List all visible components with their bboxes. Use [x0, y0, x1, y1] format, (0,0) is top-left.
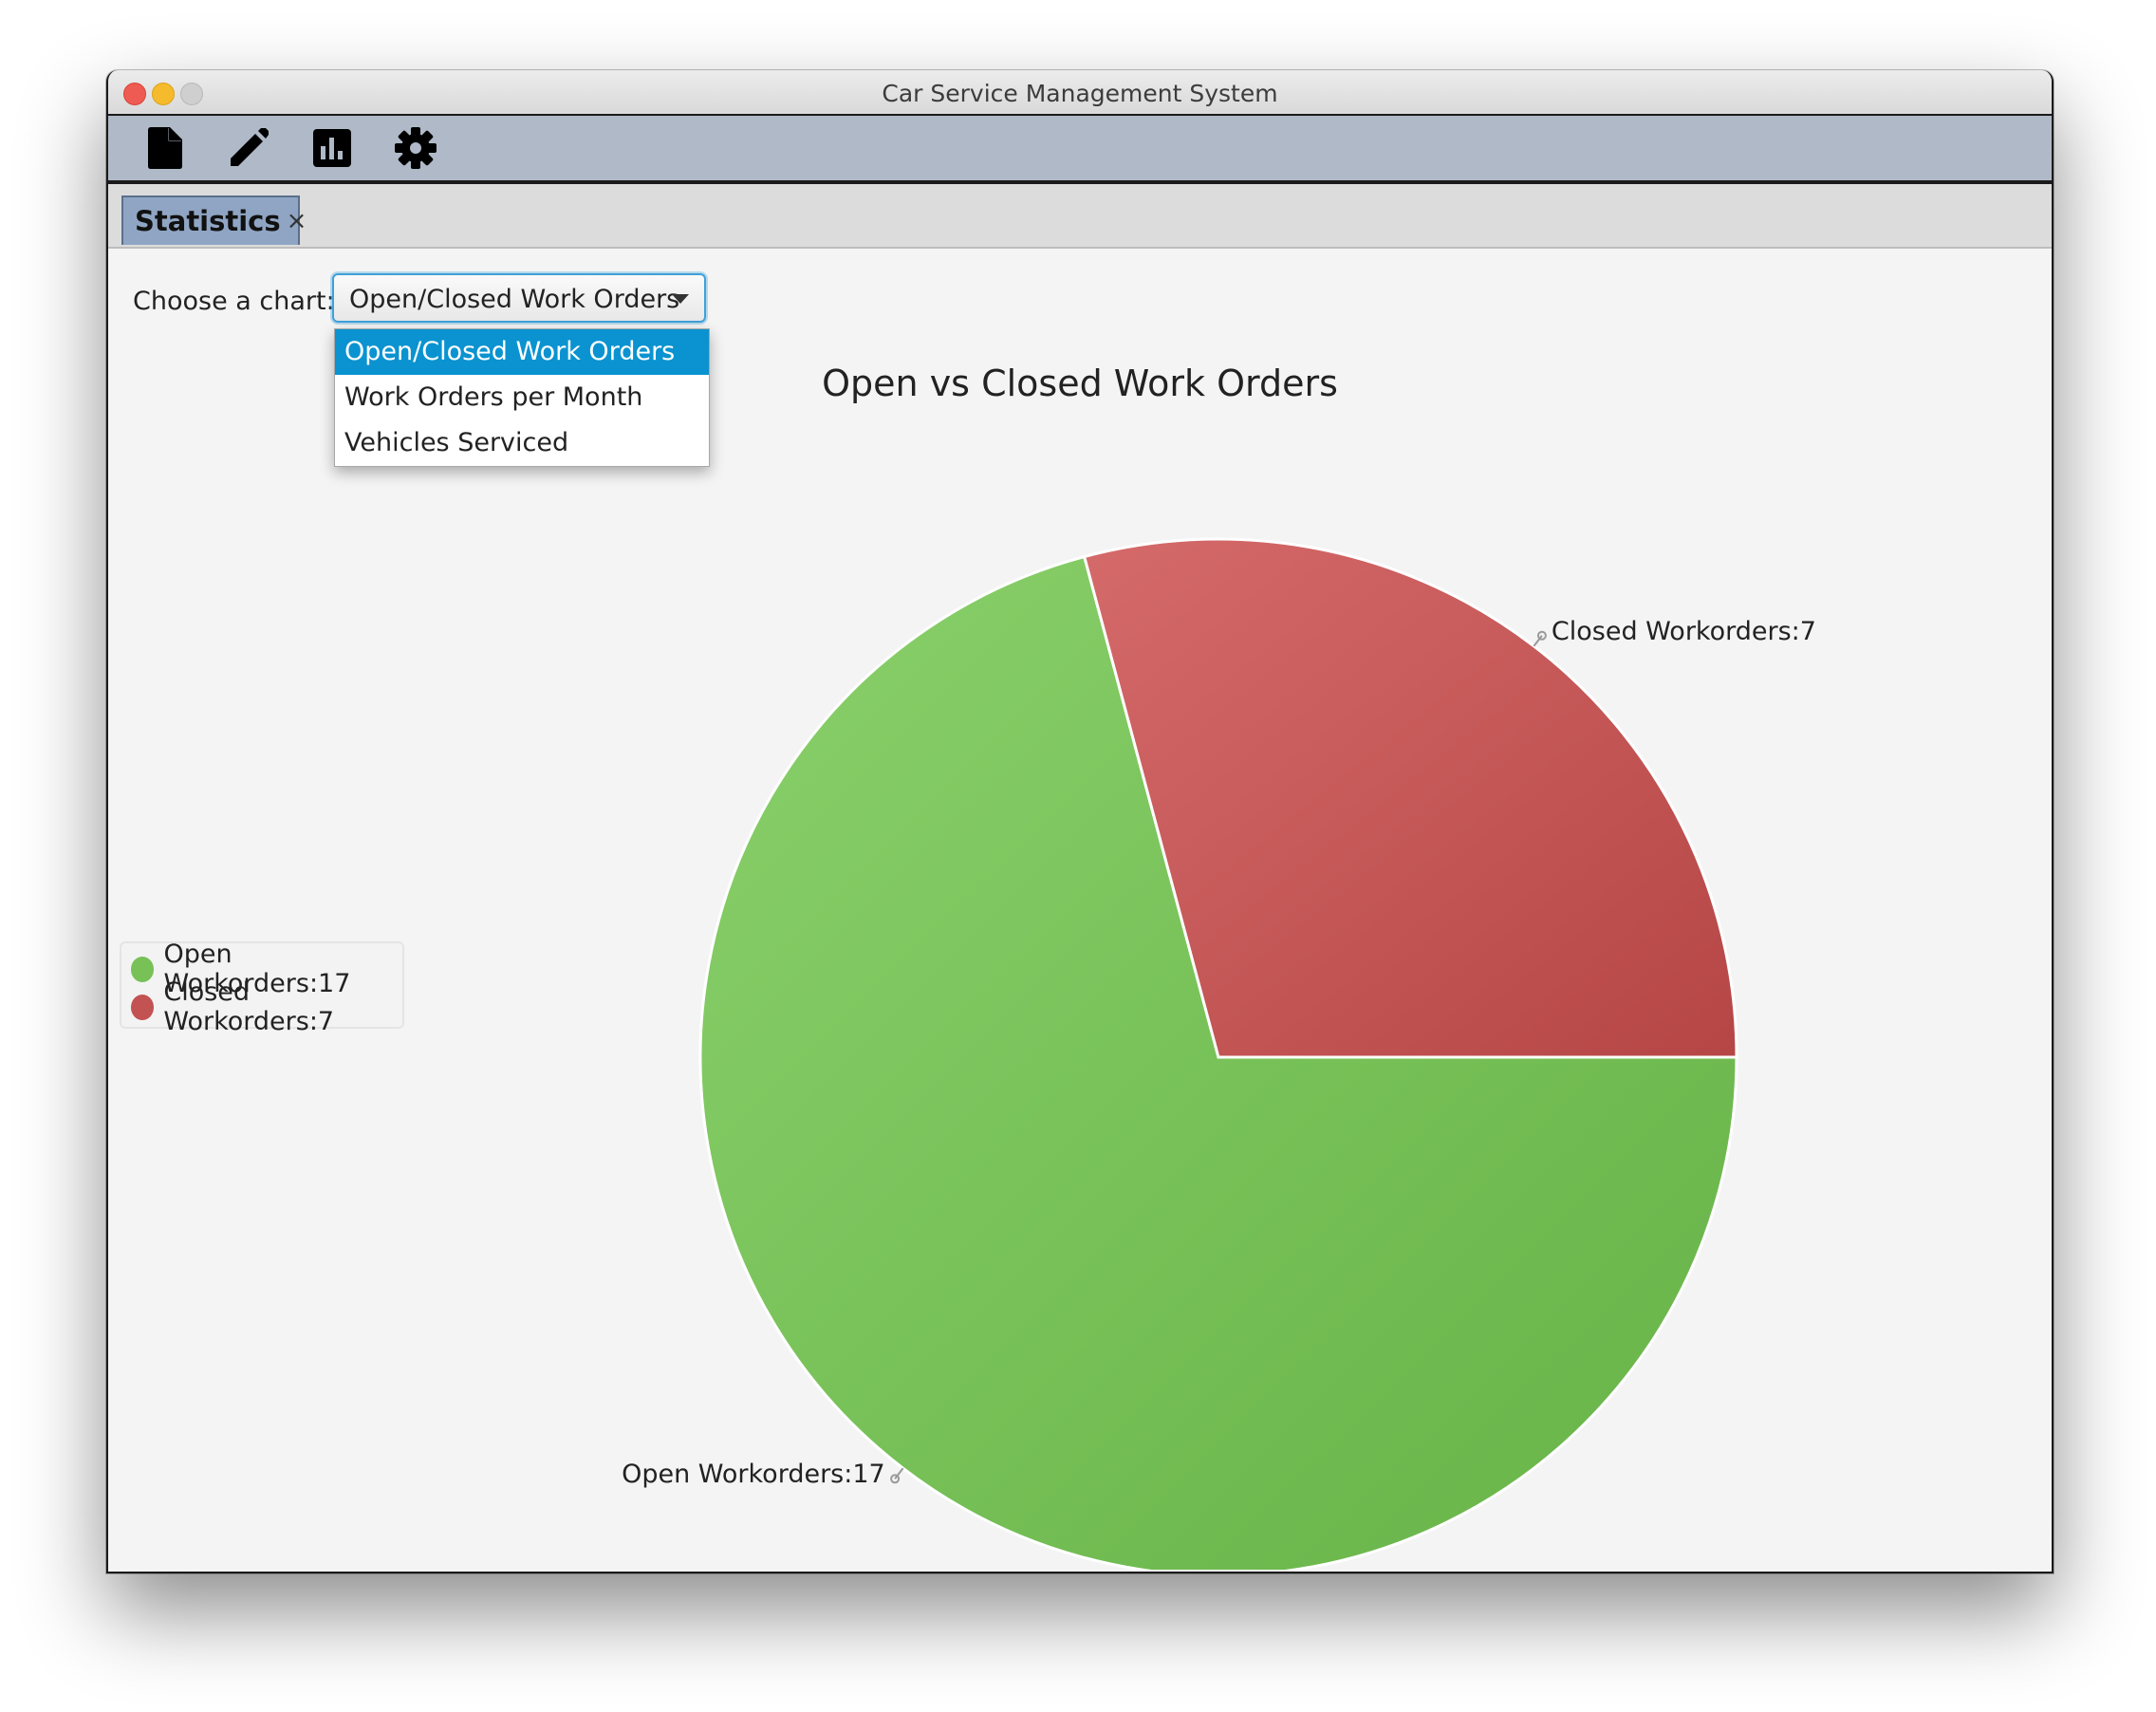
chart-select-dropdown: Open/Closed Work Orders Work Orders per …	[334, 328, 710, 467]
tab-label: Statistics	[135, 205, 281, 237]
statistics-button[interactable]	[309, 125, 355, 171]
settings-button[interactable]	[393, 125, 438, 171]
legend-label-closed: Closed Workorders:7	[163, 977, 335, 1036]
new-document-button[interactable]	[142, 125, 188, 171]
chart-legend: Open Workorders:17 Closed Workorders:7	[120, 940, 404, 1036]
toolbar	[108, 116, 2052, 184]
document-icon	[148, 127, 182, 169]
dropdown-option-open-closed[interactable]: Open/Closed Work Orders	[335, 329, 709, 375]
gear-icon	[395, 127, 437, 169]
window-title: Car Service Management System	[882, 80, 1278, 107]
tab-close-icon[interactable]: ×	[287, 207, 307, 235]
legend-item-closed: Closed Workorders:7	[131, 977, 402, 1036]
legend-swatch-closed	[131, 994, 155, 1020]
statistics-panel: Choose a chart: Open/Closed Work Orders …	[108, 249, 2052, 1572]
dropdown-option-vehicles[interactable]: Vehicles Serviced	[335, 420, 709, 466]
bar-chart-icon	[313, 129, 351, 167]
pencil-icon	[231, 128, 269, 166]
tab-statistics[interactable]: Statistics ×	[121, 195, 307, 245]
legend-swatch-open	[131, 956, 155, 982]
dropdown-option-per-month[interactable]: Work Orders per Month	[335, 375, 709, 420]
tab-strip: Statistics ×	[108, 184, 2052, 249]
title-bar[interactable]: Car Service Management System	[108, 70, 2052, 116]
edit-button[interactable]	[226, 125, 271, 171]
app-window: Car Service Management System Statistics…	[106, 70, 2054, 1573]
slice-label-open: Open Workorders:17	[622, 1460, 885, 1490]
slice-label-closed: Closed Workorders:7	[1551, 616, 1816, 646]
